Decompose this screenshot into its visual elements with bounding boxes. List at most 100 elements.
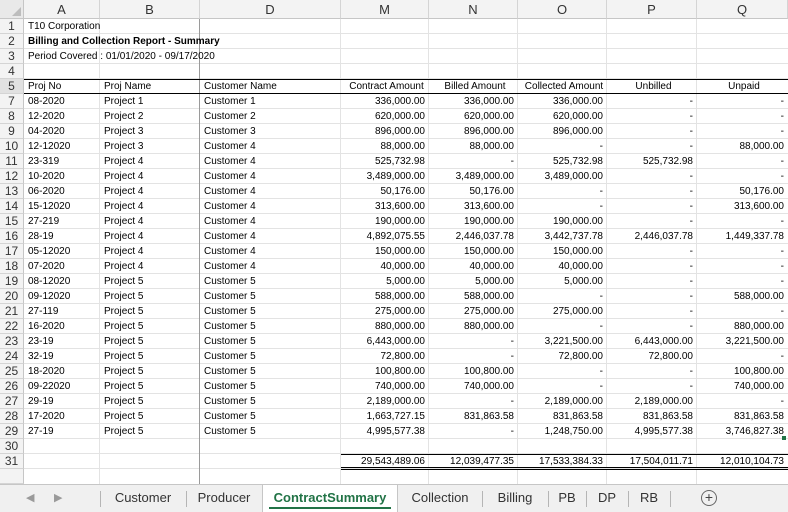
prev-sheet-icon[interactable]: ◀ bbox=[26, 491, 34, 505]
cell-contract-amount[interactable]: 50,176.00 bbox=[345, 184, 428, 199]
cell-unbilled[interactable]: - bbox=[611, 379, 696, 394]
cell-unpaid[interactable]: 740,000.00 bbox=[701, 379, 787, 394]
row-header-18[interactable]: 18 bbox=[0, 259, 24, 274]
cell-proj-no[interactable]: 09-22020 bbox=[28, 379, 99, 394]
cell-proj-name[interactable]: Project 5 bbox=[104, 274, 199, 289]
cell-contract-amount[interactable]: 6,443,000.00 bbox=[345, 334, 428, 349]
cell-contract-amount[interactable]: 72,800.00 bbox=[345, 349, 428, 364]
cell-billed-amount[interactable]: 831,863.58 bbox=[433, 409, 517, 424]
row-header-12[interactable]: 12 bbox=[0, 169, 24, 184]
add-sheet-icon[interactable]: + bbox=[701, 490, 717, 506]
cell-contract-amount[interactable]: 88,000.00 bbox=[345, 139, 428, 154]
cell-proj-name[interactable]: Project 5 bbox=[104, 289, 199, 304]
column-header-n[interactable]: N bbox=[429, 0, 518, 19]
cell-billed-amount[interactable]: 336,000.00 bbox=[433, 94, 517, 109]
cell-unbilled[interactable]: - bbox=[611, 274, 696, 289]
cell-proj-name[interactable]: Project 3 bbox=[104, 139, 199, 154]
cell-unbilled[interactable]: 72,800.00 bbox=[611, 349, 696, 364]
report-title[interactable]: Billing and Collection Report - Summary bbox=[28, 34, 340, 49]
cell-collected-amount[interactable]: - bbox=[522, 364, 606, 379]
cell-customer-name[interactable]: Customer 4 bbox=[204, 184, 340, 199]
cell-customer-name[interactable]: Customer 4 bbox=[204, 244, 340, 259]
cell-customer-name[interactable]: Customer 4 bbox=[204, 214, 340, 229]
cell-unpaid[interactable]: 3,746,827.38 bbox=[701, 424, 787, 439]
cell-collected-amount[interactable]: 896,000.00 bbox=[522, 124, 606, 139]
cell-billed-amount[interactable]: - bbox=[433, 334, 517, 349]
cell-customer-name[interactable]: Customer 4 bbox=[204, 139, 340, 154]
table-header-billed-amount[interactable]: Billed Amount bbox=[433, 79, 517, 94]
cell-proj-name[interactable]: Project 5 bbox=[104, 424, 199, 439]
row-header-10[interactable]: 10 bbox=[0, 139, 24, 154]
cell-customer-name[interactable]: Customer 4 bbox=[204, 229, 340, 244]
cell-unbilled[interactable]: - bbox=[611, 94, 696, 109]
cell-customer-name[interactable]: Customer 1 bbox=[204, 94, 340, 109]
row-header-7[interactable]: 7 bbox=[0, 94, 24, 109]
cell-customer-name[interactable]: Customer 4 bbox=[204, 169, 340, 184]
cell-unpaid[interactable]: - bbox=[701, 124, 787, 139]
cell-proj-name[interactable]: Project 4 bbox=[104, 214, 199, 229]
row-header-5[interactable]: 5 bbox=[0, 79, 24, 94]
cell-customer-name[interactable]: Customer 4 bbox=[204, 199, 340, 214]
table-header-contract-amount[interactable]: Contract Amount bbox=[345, 79, 428, 94]
cell-unbilled[interactable]: - bbox=[611, 364, 696, 379]
cell-unpaid[interactable]: - bbox=[701, 259, 787, 274]
cell-unpaid[interactable]: 3,221,500.00 bbox=[701, 334, 787, 349]
cell-collected-amount[interactable]: - bbox=[522, 289, 606, 304]
cell-billed-amount[interactable]: 2,446,037.78 bbox=[433, 229, 517, 244]
row-header-partial[interactable] bbox=[0, 469, 24, 484]
cell-unpaid[interactable]: - bbox=[701, 349, 787, 364]
cell-billed-amount[interactable]: 740,000.00 bbox=[433, 379, 517, 394]
cell-customer-name[interactable]: Customer 4 bbox=[204, 154, 340, 169]
cell-customer-name[interactable]: Customer 2 bbox=[204, 109, 340, 124]
cell-proj-name[interactable]: Project 4 bbox=[104, 154, 199, 169]
cell-collected-amount[interactable]: 831,863.58 bbox=[522, 409, 606, 424]
cell-contract-amount[interactable]: 1,663,727.15 bbox=[345, 409, 428, 424]
cell-billed-amount[interactable]: 896,000.00 bbox=[433, 124, 517, 139]
cell-contract-amount[interactable]: 5,000.00 bbox=[345, 274, 428, 289]
cell-customer-name[interactable]: Customer 5 bbox=[204, 349, 340, 364]
cell-proj-name[interactable]: Project 4 bbox=[104, 184, 199, 199]
cell-proj-name[interactable]: Project 1 bbox=[104, 94, 199, 109]
cell-unpaid[interactable]: 313,600.00 bbox=[701, 199, 787, 214]
cell-unpaid[interactable]: - bbox=[701, 154, 787, 169]
cell-proj-no[interactable]: 18-2020 bbox=[28, 364, 99, 379]
cell-unpaid[interactable]: 1,449,337.78 bbox=[701, 229, 787, 244]
cell-billed-amount[interactable]: - bbox=[433, 394, 517, 409]
cell-collected-amount[interactable]: 336,000.00 bbox=[522, 94, 606, 109]
table-header-unpaid[interactable]: Unpaid bbox=[701, 79, 787, 94]
cell-collected-amount[interactable]: - bbox=[522, 199, 606, 214]
cell-billed-amount[interactable]: - bbox=[433, 424, 517, 439]
cell-unbilled[interactable]: - bbox=[611, 244, 696, 259]
cell-unpaid[interactable]: - bbox=[701, 304, 787, 319]
cell-proj-no[interactable]: 27-19 bbox=[28, 424, 99, 439]
row-header-27[interactable]: 27 bbox=[0, 394, 24, 409]
cell-collected-amount[interactable]: - bbox=[522, 379, 606, 394]
cell-collected-amount[interactable]: - bbox=[522, 139, 606, 154]
cell-billed-amount[interactable]: 50,176.00 bbox=[433, 184, 517, 199]
cell-unbilled[interactable]: - bbox=[611, 184, 696, 199]
cell-billed-amount[interactable]: 150,000.00 bbox=[433, 244, 517, 259]
cell-unpaid[interactable]: 588,000.00 bbox=[701, 289, 787, 304]
cell-customer-name[interactable]: Customer 5 bbox=[204, 319, 340, 334]
cell-unpaid[interactable]: - bbox=[701, 94, 787, 109]
cell-contract-amount[interactable]: 740,000.00 bbox=[345, 379, 428, 394]
cell-proj-no[interactable]: 05-12020 bbox=[28, 244, 99, 259]
cell-unpaid[interactable]: - bbox=[701, 274, 787, 289]
cell-unbilled[interactable]: 6,443,000.00 bbox=[611, 334, 696, 349]
cell-collected-amount[interactable]: 40,000.00 bbox=[522, 259, 606, 274]
cell-contract-amount[interactable]: 336,000.00 bbox=[345, 94, 428, 109]
cell-unbilled[interactable]: - bbox=[611, 109, 696, 124]
cell-unpaid[interactable]: - bbox=[701, 109, 787, 124]
cell-proj-no[interactable]: 12-2020 bbox=[28, 109, 99, 124]
cell-proj-no[interactable]: 27-119 bbox=[28, 304, 99, 319]
row-header-28[interactable]: 28 bbox=[0, 409, 24, 424]
cell-unpaid[interactable]: - bbox=[701, 244, 787, 259]
cell-collected-amount[interactable]: 150,000.00 bbox=[522, 244, 606, 259]
cell-customer-name[interactable]: Customer 4 bbox=[204, 259, 340, 274]
tab-billing[interactable]: Billing bbox=[482, 485, 548, 512]
cell-billed-amount[interactable]: 313,600.00 bbox=[433, 199, 517, 214]
column-header-a[interactable]: A bbox=[24, 0, 100, 19]
cell-customer-name[interactable]: Customer 5 bbox=[204, 364, 340, 379]
cell-proj-name[interactable]: Project 5 bbox=[104, 334, 199, 349]
row-header-25[interactable]: 25 bbox=[0, 364, 24, 379]
